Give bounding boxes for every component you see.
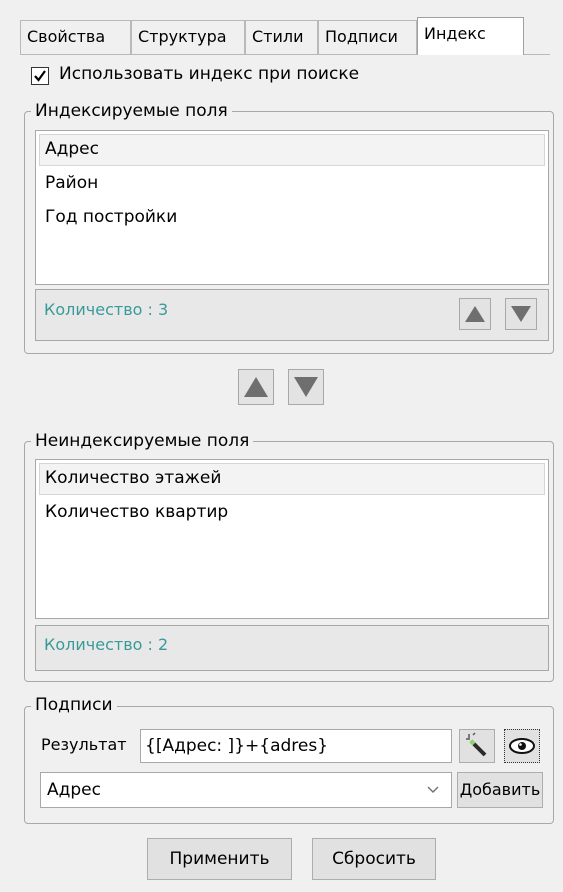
chevron-down-icon	[427, 786, 439, 793]
indexed-move-up-button[interactable]	[459, 298, 491, 330]
list-item[interactable]: Количество этажей	[39, 463, 545, 495]
list-item[interactable]: Район	[36, 166, 548, 200]
result-label: Результат	[41, 735, 127, 754]
indexed-move-down-button[interactable]	[505, 298, 537, 330]
tab-structure[interactable]: Структура	[131, 20, 245, 54]
non-indexed-count-bar: Количество : 2	[35, 625, 549, 671]
checkmark-icon	[34, 70, 46, 82]
triangle-down-icon	[511, 306, 531, 322]
triangle-up-icon	[465, 306, 485, 322]
indexed-fields-list[interactable]: Адрес Район Год постройки	[35, 130, 549, 285]
non-indexed-fields-legend: Неиндексируемые поля	[31, 431, 254, 451]
tab-captions[interactable]: Подписи	[318, 20, 417, 54]
apply-button[interactable]: Применить	[147, 838, 292, 880]
result-input[interactable]: {[Адрес: ]}+{adres}	[140, 729, 452, 763]
preview-button[interactable]	[504, 729, 540, 763]
reset-button[interactable]: Сбросить	[312, 838, 436, 880]
tab-index[interactable]: Индекс	[417, 17, 524, 55]
triangle-down-icon	[294, 377, 318, 397]
use-index-label[interactable]: Использовать индекс при поиске	[59, 64, 359, 84]
wand-button[interactable]	[459, 729, 495, 763]
add-button[interactable]: Добавить	[457, 772, 543, 808]
field-select[interactable]: Адрес	[40, 772, 452, 808]
use-index-checkbox[interactable]	[31, 67, 49, 85]
remove-from-index-button[interactable]	[288, 369, 324, 405]
triangle-up-icon	[244, 377, 268, 397]
tab-properties[interactable]: Свойства	[20, 20, 131, 54]
field-select-value: Адрес	[47, 780, 101, 800]
list-item[interactable]: Адрес	[39, 134, 545, 166]
magic-wand-icon	[466, 732, 487, 757]
add-to-index-button[interactable]	[238, 369, 274, 405]
list-item[interactable]: Год постройки	[36, 200, 548, 234]
non-indexed-fields-list[interactable]: Количество этажей Количество квартир	[35, 459, 549, 619]
list-item[interactable]: Количество квартир	[36, 495, 548, 529]
non-indexed-count-label: Количество : 2	[44, 635, 169, 654]
tab-styles[interactable]: Стили	[245, 20, 318, 54]
captions-legend: Подписи	[31, 695, 117, 715]
eye-icon	[509, 738, 535, 754]
indexed-fields-legend: Индексируемые поля	[31, 101, 232, 121]
indexed-count-label: Количество : 3	[44, 300, 169, 319]
